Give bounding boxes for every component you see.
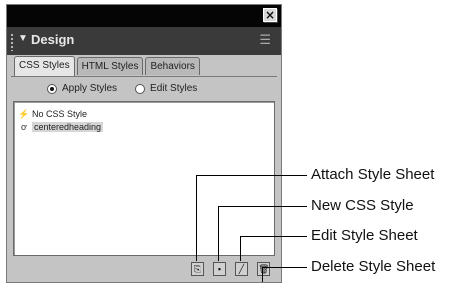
callout-attach-style-sheet: Attach Style Sheet	[311, 166, 435, 183]
new-css-style-icon[interactable]: ▪	[213, 262, 226, 276]
list-item-centeredheading[interactable]: ơ centeredheading	[18, 121, 104, 133]
callout-new-css-style: New CSS Style	[311, 197, 414, 214]
style-icon: ơ	[21, 122, 27, 132]
tab-behaviors[interactable]: Behaviors	[145, 57, 200, 75]
edit-styles-option[interactable]: Edit Styles	[135, 83, 197, 94]
edit-styles-radio[interactable]	[135, 83, 146, 94]
apply-styles-radio[interactable]	[47, 83, 57, 94]
close-button[interactable]: ×	[263, 8, 277, 22]
panel-header[interactable]: ▼ Design ☰	[7, 27, 281, 55]
tab-html-styles[interactable]: HTML Styles	[76, 57, 144, 75]
tab-strip: CSS Styles HTML Styles Behaviors	[14, 56, 200, 77]
list-item-label: No CSS Style	[32, 109, 88, 119]
delete-style-sheet-icon[interactable]: 🗑	[257, 262, 270, 276]
callout-line-new-vertical	[218, 206, 219, 261]
apply-styles-option[interactable]: Apply Styles	[47, 83, 117, 94]
styles-list[interactable]: ⚡ No CSS Style ơ centeredheading	[13, 101, 275, 256]
grip-handle-icon[interactable]	[10, 33, 15, 51]
callout-line-new-horizontal	[218, 206, 307, 207]
callout-line-attach-vertical	[196, 175, 197, 261]
expand-arrow-icon[interactable]: ▼	[18, 33, 28, 44]
tab-css-styles[interactable]: CSS Styles	[14, 56, 75, 76]
callout-edit-style-sheet: Edit Style Sheet	[311, 227, 418, 244]
tab-divider	[11, 76, 277, 77]
callout-line-delete-vertical	[262, 267, 263, 282]
style-mode-radios: Apply Styles Edit Styles	[47, 83, 197, 94]
callout-line-edit-horizontal	[240, 236, 307, 237]
no-style-icon: ⚡	[18, 108, 30, 119]
callout-line-edit-vertical	[240, 236, 241, 261]
callout-line-attach-horizontal	[196, 175, 307, 176]
attach-style-sheet-icon[interactable]: ⎘	[191, 262, 204, 276]
panel-title: Design	[31, 32, 75, 47]
callout-delete-style-sheet: Delete Style Sheet	[311, 258, 436, 275]
options-menu-icon[interactable]: ☰	[259, 33, 271, 48]
list-item-label: centeredheading	[32, 122, 104, 132]
list-item-no-css-style[interactable]: ⚡ No CSS Style	[18, 108, 87, 120]
edit-style-sheet-icon[interactable]: ╱	[235, 262, 248, 276]
callout-line-delete-horizontal	[262, 267, 307, 268]
edit-styles-label: Edit Styles	[150, 83, 198, 94]
panel-titlebar: ×	[7, 5, 281, 27]
apply-styles-label: Apply Styles	[62, 83, 118, 94]
